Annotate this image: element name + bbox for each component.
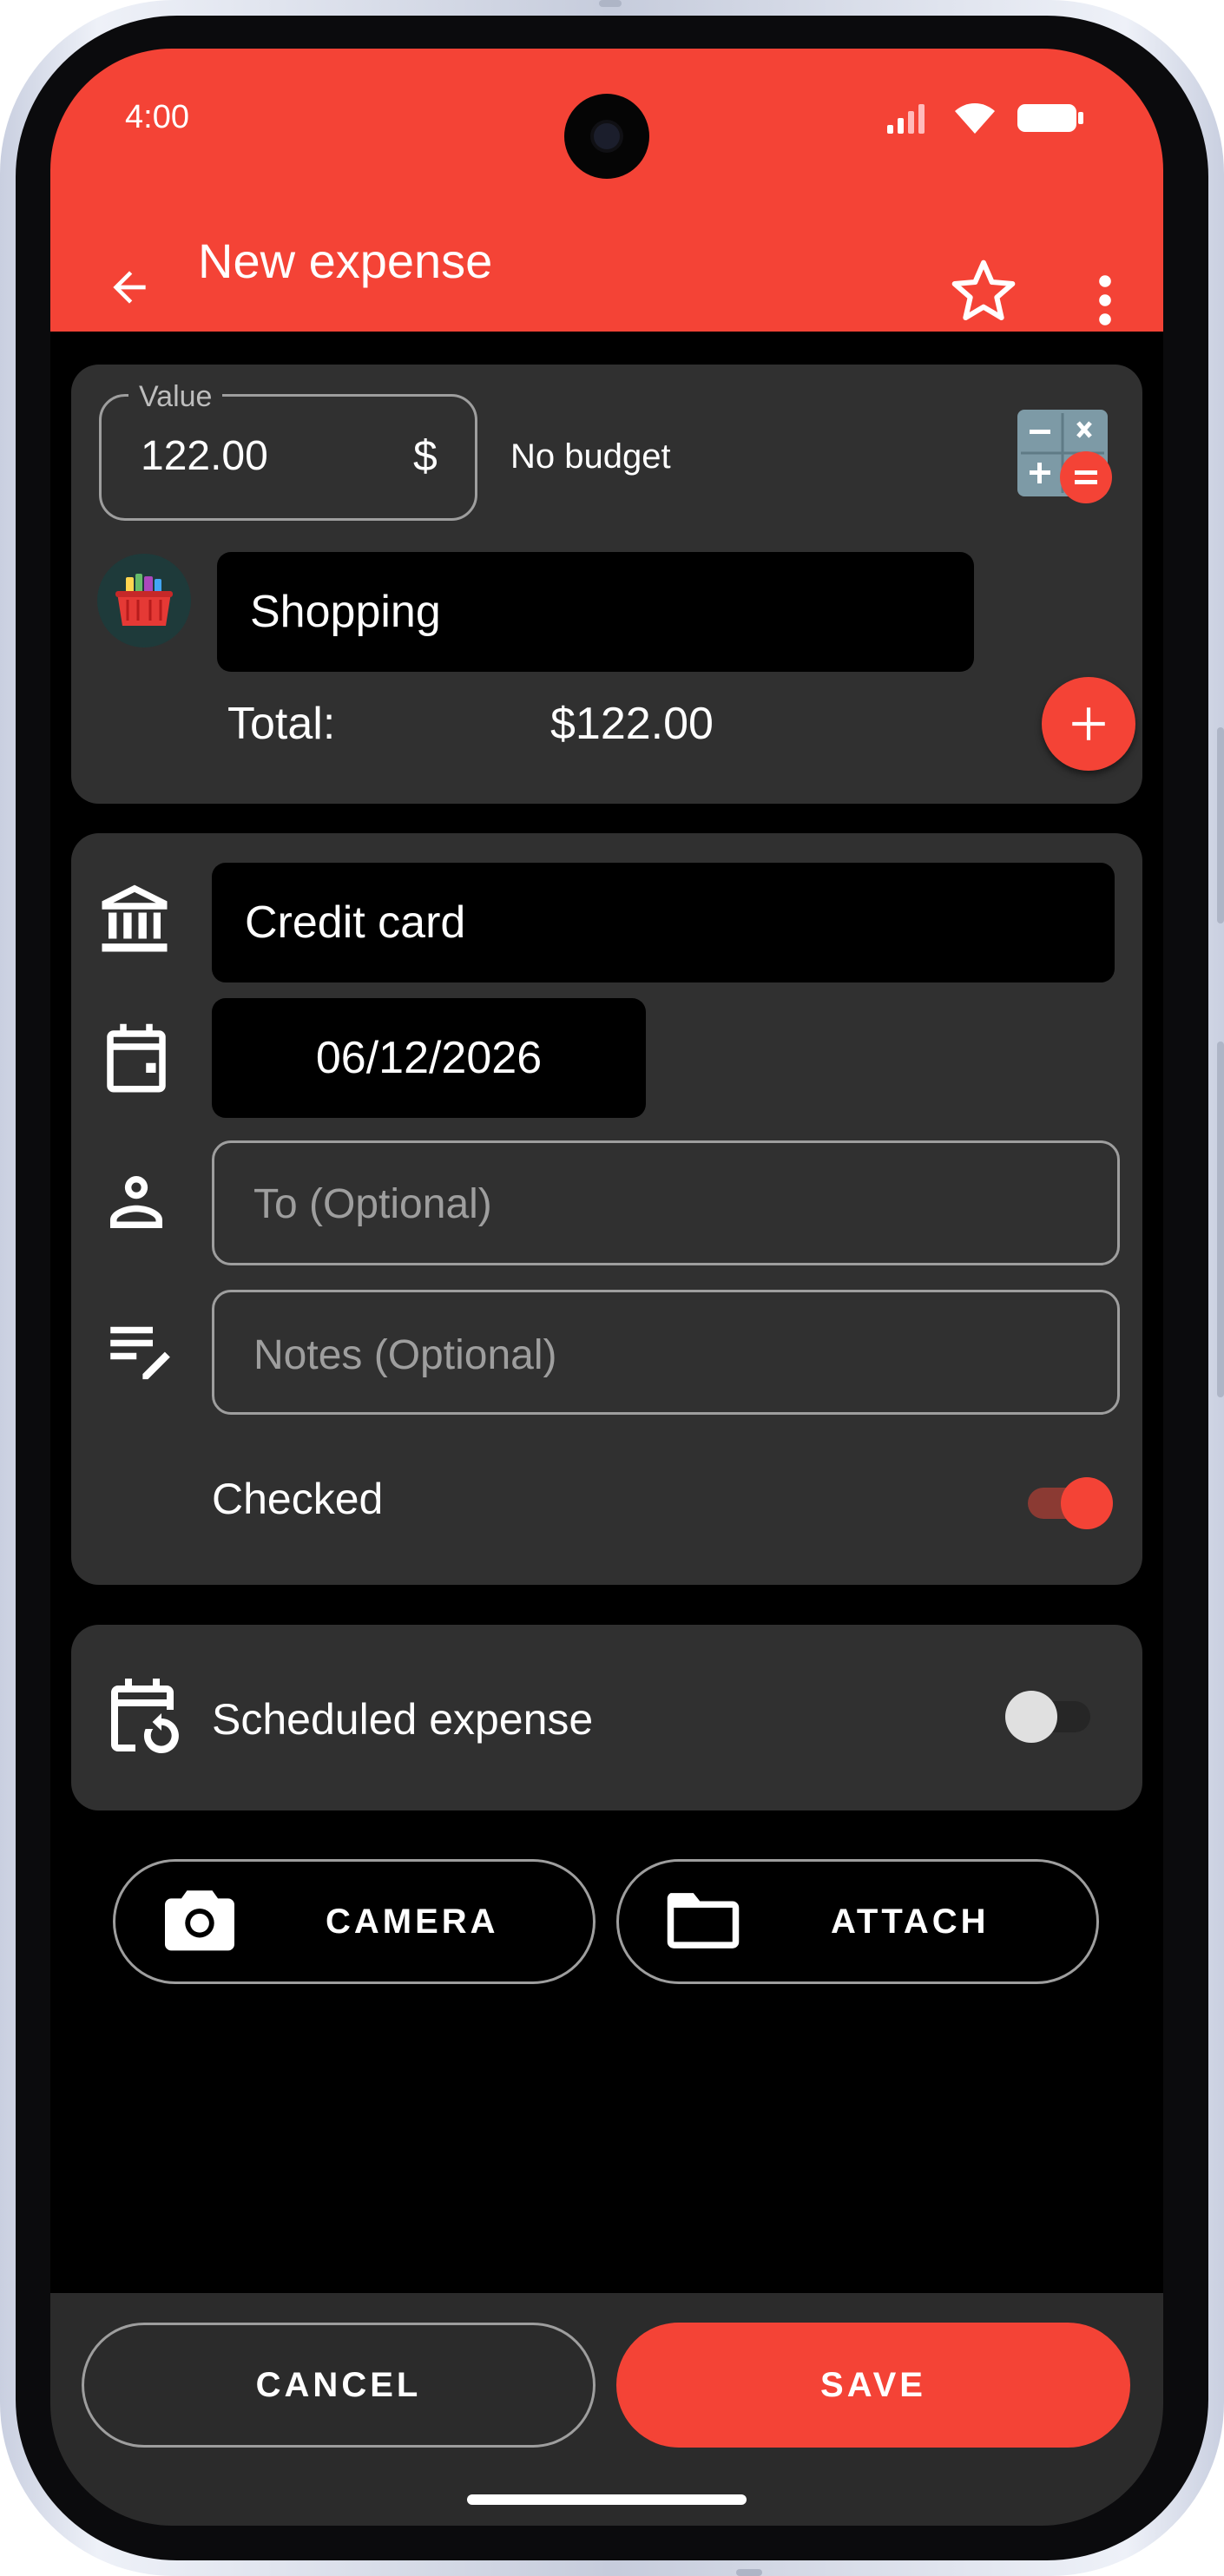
- calculator-icon[interactable]: [1017, 410, 1115, 503]
- more-vert-icon[interactable]: [1083, 266, 1127, 335]
- bank-icon: [95, 880, 174, 958]
- side-button: [736, 2569, 762, 2576]
- calendar-repeat-icon: [101, 1675, 184, 1758]
- shopping-basket-icon: [115, 574, 173, 626]
- camera-label: CAMERA: [326, 1902, 499, 1941]
- notes-placeholder: Notes (Optional): [253, 1332, 557, 1378]
- side-button: [1217, 727, 1224, 923]
- star-outline-icon[interactable]: [944, 257, 1023, 326]
- side-button: [1217, 1042, 1224, 1397]
- save-label: SAVE: [820, 2365, 926, 2404]
- total-value: $122.00: [550, 699, 714, 749]
- arrow-left-icon[interactable]: [99, 257, 160, 318]
- status-time: 4:00: [125, 99, 189, 135]
- page-title: New expense: [198, 233, 493, 288]
- budget-text: No budget: [510, 437, 671, 476]
- attach-label: ATTACH: [831, 1902, 990, 1941]
- value-input[interactable]: 122.00: [141, 432, 268, 480]
- currency-symbol: $: [413, 431, 438, 480]
- notes-edit-icon: [101, 1311, 179, 1389]
- screen: 4:00 New expense Value 122.00 $ No budge…: [50, 49, 1163, 2526]
- checked-toggle[interactable]: [1023, 1475, 1116, 1531]
- side-button: [599, 0, 622, 7]
- signal-icon: [887, 104, 925, 134]
- front-camera: [564, 94, 649, 179]
- to-placeholder: To (Optional): [253, 1181, 492, 1227]
- schedule-card: Scheduled expense: [71, 1625, 1142, 1810]
- date-picker[interactable]: 06/12/2026: [212, 998, 646, 1118]
- checked-label: Checked: [212, 1475, 384, 1523]
- camera-button[interactable]: CAMERA: [113, 1859, 596, 1984]
- account-select[interactable]: Credit card: [212, 863, 1115, 982]
- camera-icon: [165, 1890, 234, 1951]
- category-select[interactable]: Shopping: [217, 552, 974, 672]
- value-label: Value: [128, 380, 223, 414]
- wifi-icon: [955, 103, 995, 134]
- amount-card: Value 122.00 $ No budget Shopping Total:…: [71, 365, 1142, 804]
- save-button[interactable]: SAVE: [616, 2323, 1130, 2448]
- total-label: Total:: [227, 699, 336, 749]
- scheduled-label: Scheduled expense: [212, 1695, 594, 1744]
- add-category-button[interactable]: [1042, 677, 1135, 771]
- calendar-icon: [97, 1021, 175, 1099]
- battery-icon: [1017, 104, 1083, 132]
- scheduled-toggle[interactable]: [1002, 1689, 1096, 1745]
- person-icon: [97, 1163, 175, 1241]
- home-indicator[interactable]: [467, 2494, 747, 2505]
- folder-icon: [667, 1893, 740, 1948]
- cancel-label: CANCEL: [255, 2365, 422, 2404]
- details-card: Credit card 06/12/2026 To (Optional) Not…: [71, 833, 1142, 1585]
- cancel-button[interactable]: CANCEL: [82, 2323, 596, 2448]
- plus-icon: [1072, 707, 1105, 740]
- category-avatar[interactable]: [97, 554, 191, 647]
- app-bar: 4:00 New expense: [50, 49, 1163, 332]
- attach-button[interactable]: ATTACH: [616, 1859, 1099, 1984]
- status-icons: [885, 101, 1085, 135]
